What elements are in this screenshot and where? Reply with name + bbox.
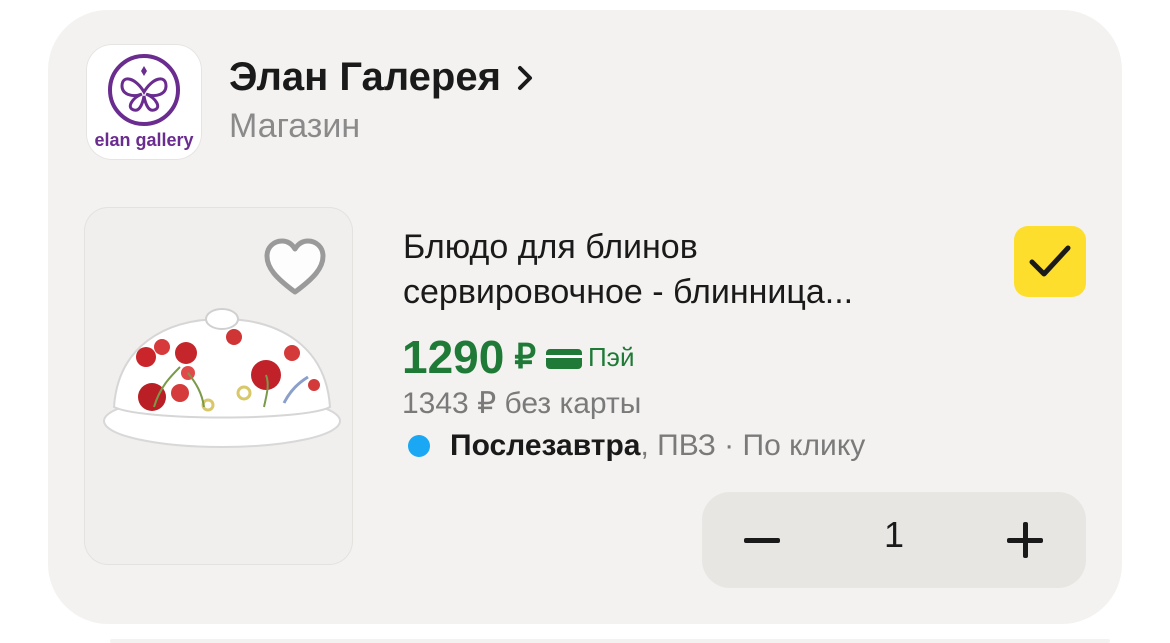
shop-logo-text: elan gallery: [94, 130, 194, 150]
quantity-value: 1: [883, 514, 905, 555]
delivery-info: Послезавтра , ПВЗ · По клику: [408, 429, 865, 463]
product-title-line-2[interactable]: сервировочное - блинница...: [403, 273, 853, 312]
quantity-stepper: 1: [702, 492, 1086, 588]
shop-logo[interactable]: elan gallery: [86, 44, 202, 160]
select-item-checkbox[interactable]: [1014, 226, 1086, 297]
card-icon: [545, 349, 582, 369]
shop-name-link[interactable]: Элан Галерея: [229, 55, 533, 100]
pay-label: Пэй: [587, 341, 635, 372]
delivery-details: , ПВЗ · По клику: [640, 429, 866, 462]
price-currency: ₽: [514, 338, 536, 376]
minus-icon[interactable]: [728, 516, 798, 564]
next-card-edge: [110, 639, 1110, 643]
product-title-line-1[interactable]: Блюдо для блинов: [403, 228, 698, 267]
delivery-status-dot: [408, 435, 430, 457]
shop-name: Элан Галерея: [229, 55, 501, 99]
checkmark-icon: [1029, 245, 1071, 277]
favorite-button[interactable]: [262, 236, 328, 298]
delivery-day: Послезавтра: [450, 429, 641, 462]
heart-icon: [264, 238, 326, 295]
plus-icon[interactable]: [990, 512, 1060, 568]
chevron-right-icon: [517, 65, 532, 90]
shop-type: Магазин: [229, 107, 361, 145]
price-without-card: 1343 ₽ без карты: [402, 387, 642, 420]
price-block: 1290 ₽ Пэй: [402, 330, 634, 384]
butterfly-logo-icon: [108, 54, 180, 126]
price-value: 1290: [402, 331, 505, 383]
